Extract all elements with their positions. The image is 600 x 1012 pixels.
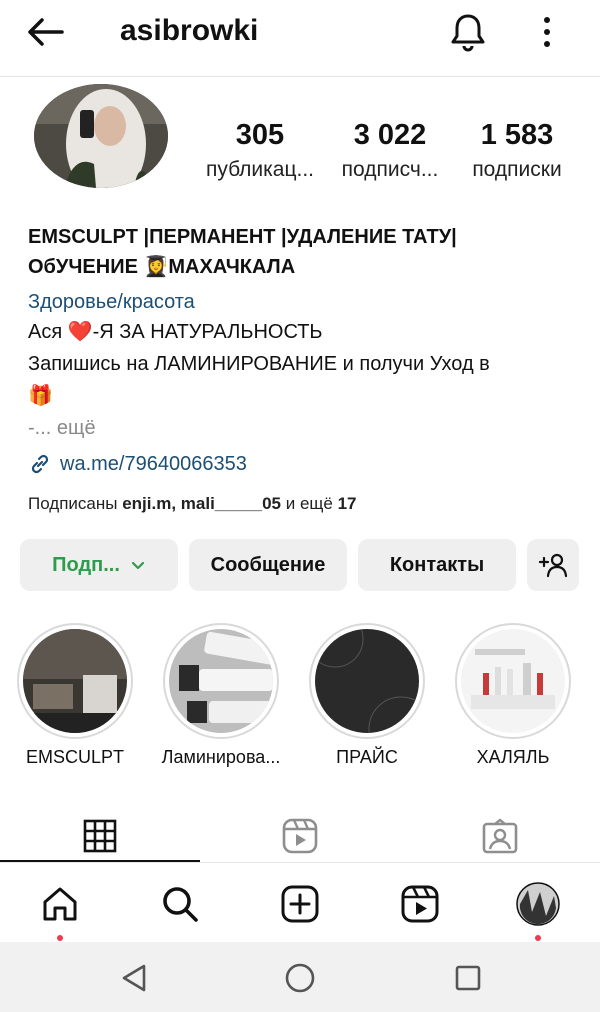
bio-category[interactable]: Здоровье/красота <box>28 288 588 316</box>
system-navigation-bar <box>0 942 600 1012</box>
create-icon <box>281 885 319 923</box>
square-recents-icon <box>455 965 481 991</box>
tagged-icon <box>482 818 518 854</box>
back-button[interactable] <box>22 12 70 52</box>
highlight-price[interactable]: ПРАЙС <box>302 623 432 768</box>
nav-reels[interactable] <box>398 882 442 926</box>
stat-followers-label: подписч... <box>341 158 439 181</box>
bio-name-line-1: EMSCULPT |ПЕРМАНЕНТ |УДАЛЕНИЕ ТАТУ| <box>28 226 457 248</box>
message-button[interactable]: Сообщение <box>189 539 347 591</box>
followed-by-count: 17 <box>337 494 357 513</box>
nav-profile[interactable] <box>516 882 560 941</box>
arrow-left-icon <box>28 18 64 46</box>
more-vertical-icon <box>544 17 550 47</box>
content-tabs <box>0 810 600 862</box>
bio-name-line-2: ОбУЧЕНИЕ 👩‍🎓МАХАЧКАЛА <box>28 256 296 278</box>
nav-search[interactable] <box>158 882 202 926</box>
home-icon <box>43 887 77 921</box>
highlight-emsculpt-label: EMSCULPT <box>25 747 124 767</box>
following-button-label: Подп... <box>52 553 120 576</box>
tab-posts-grid[interactable] <box>0 810 200 862</box>
bio-website-text: wa.me/79640066353 <box>60 453 247 475</box>
highlight-emsculpt[interactable]: EMSCULPT <box>10 623 140 768</box>
bio-website-link[interactable]: wa.me/79640066353 <box>28 448 588 480</box>
highlight-lamination-label: Ламинирова... <box>161 747 281 767</box>
triangle-back-icon <box>122 964 146 992</box>
followed-by[interactable]: Подписаны enji.m, mali_____05 и ещё 17 <box>28 494 357 514</box>
stat-following[interactable]: 1 583 подписки <box>458 118 576 182</box>
followed-by-suffix: и ещё <box>285 494 333 513</box>
profile-actions: Подп... Сообщение Контакты <box>0 539 600 591</box>
stat-following-label: подписки <box>472 158 562 181</box>
header-divider <box>0 76 600 77</box>
notification-dot <box>535 935 541 941</box>
bio-text-line-3: 🎁 <box>28 385 53 407</box>
highlight-lamination-cover <box>169 629 273 733</box>
bottom-nav-divider <box>0 862 600 863</box>
stat-followers[interactable]: 3 022 подписч... <box>332 118 448 182</box>
chevron-down-icon <box>131 561 144 570</box>
nav-create[interactable] <box>278 882 322 926</box>
highlight-lamination[interactable]: Ламинирова... <box>156 623 286 768</box>
stat-followers-count: 3 022 <box>353 119 427 151</box>
followed-by-prefix: Подписаны <box>28 494 118 513</box>
link-icon <box>31 454 49 474</box>
grid-icon <box>83 819 117 853</box>
tab-tagged[interactable] <box>400 810 600 862</box>
profile-bio: EMSCULPT |ПЕРМАНЕНТ |УДАЛЕНИЕ ТАТУ| ОбУЧ… <box>28 222 588 480</box>
nav-home[interactable] <box>38 882 82 941</box>
stat-following-count: 1 583 <box>480 119 554 151</box>
profile-avatar <box>516 882 560 926</box>
reels-icon <box>282 818 318 854</box>
stat-posts[interactable]: 305 публикац... <box>198 118 322 182</box>
followed-by-users: enji.m, mali_____05 <box>122 494 281 513</box>
following-button[interactable]: Подп... <box>20 539 178 591</box>
highlight-emsculpt-cover <box>23 629 127 733</box>
top-bar: asibrowki <box>0 0 600 64</box>
notifications-button[interactable] <box>446 10 490 54</box>
bio-text-line-1: Ася ❤️-Я ЗА НАТУРАЛЬНОСТЬ <box>28 321 323 343</box>
add-user-icon <box>538 553 568 578</box>
tab-reels[interactable] <box>200 810 400 862</box>
profile-avatar[interactable] <box>34 84 168 188</box>
suggested-users-button[interactable] <box>527 539 579 591</box>
contacts-button[interactable]: Контакты <box>358 539 516 591</box>
highlight-price-cover <box>315 629 419 733</box>
bio-text-line-2: Запишись на ЛАМИНИРОВАНИЕ и получи Уход … <box>28 353 490 375</box>
more-options-button[interactable] <box>530 10 564 54</box>
bottom-navigation <box>0 868 600 941</box>
system-recents-button[interactable] <box>450 960 486 996</box>
bio-more-link[interactable]: -... ещё <box>28 412 588 444</box>
search-icon <box>163 887 198 922</box>
stat-posts-label: публикац... <box>205 158 315 181</box>
highlight-halal-cover <box>461 629 565 733</box>
highlight-halal[interactable]: ХАЛЯЛЬ <box>448 623 578 768</box>
stat-posts-count: 305 <box>235 119 285 151</box>
circle-home-icon <box>285 963 315 993</box>
highlight-halal-label: ХАЛЯЛЬ <box>476 747 550 767</box>
bell-icon <box>451 14 485 52</box>
profile-username: asibrowki <box>120 14 259 47</box>
system-home-button[interactable] <box>282 960 318 996</box>
highlight-price-label: ПРАЙС <box>336 747 398 767</box>
notification-dot <box>57 935 63 941</box>
system-back-button[interactable] <box>116 960 152 996</box>
reels-icon <box>401 885 439 923</box>
